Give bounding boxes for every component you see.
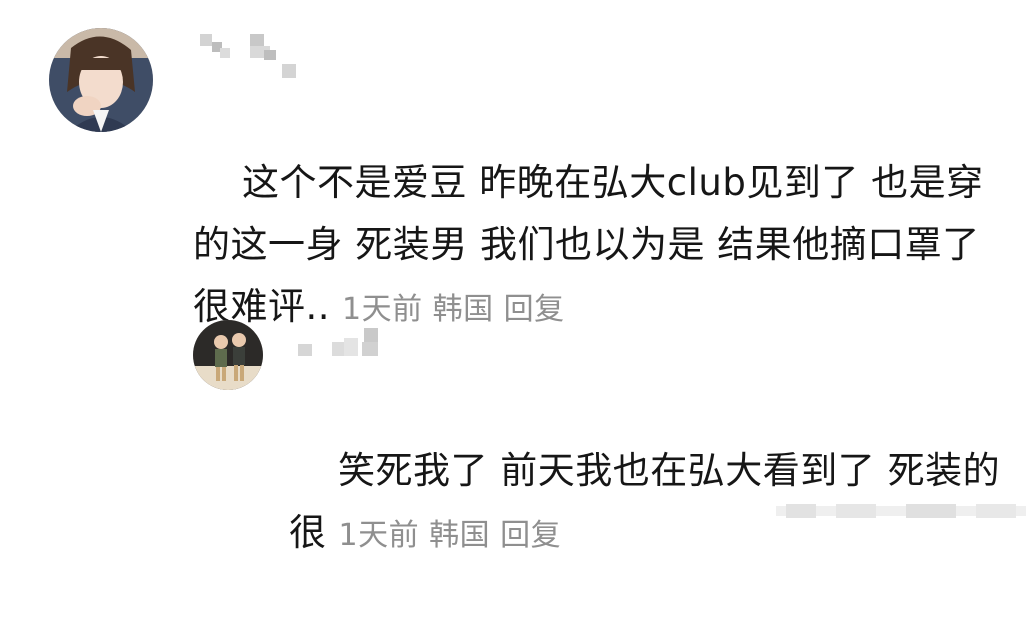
- reply-time: 1天前: [338, 518, 420, 553]
- user-avatar-icon: [49, 28, 153, 132]
- username-redacted[interactable]: [200, 34, 300, 84]
- reply-item: 笑死我了 前天我也在弘大看到了 死装的很 1天前 韩国 回复: [0, 300, 1032, 554]
- comment-item: 这个不是爱豆 昨晚在弘大club见到了 也是穿的这一身 死装男 我们也以为是 结…: [0, 0, 1032, 328]
- reply-meta: 1天前 韩国 回复: [339, 518, 572, 553]
- reply-button[interactable]: 回复: [500, 518, 561, 553]
- reply-location: 韩国: [429, 518, 491, 553]
- username-redacted[interactable]: [298, 328, 382, 362]
- replier-avatar[interactable]: [193, 320, 263, 390]
- watermark-mosaic: [776, 504, 1026, 518]
- commenter-avatar[interactable]: [49, 28, 153, 132]
- user-avatar-icon: [193, 320, 263, 390]
